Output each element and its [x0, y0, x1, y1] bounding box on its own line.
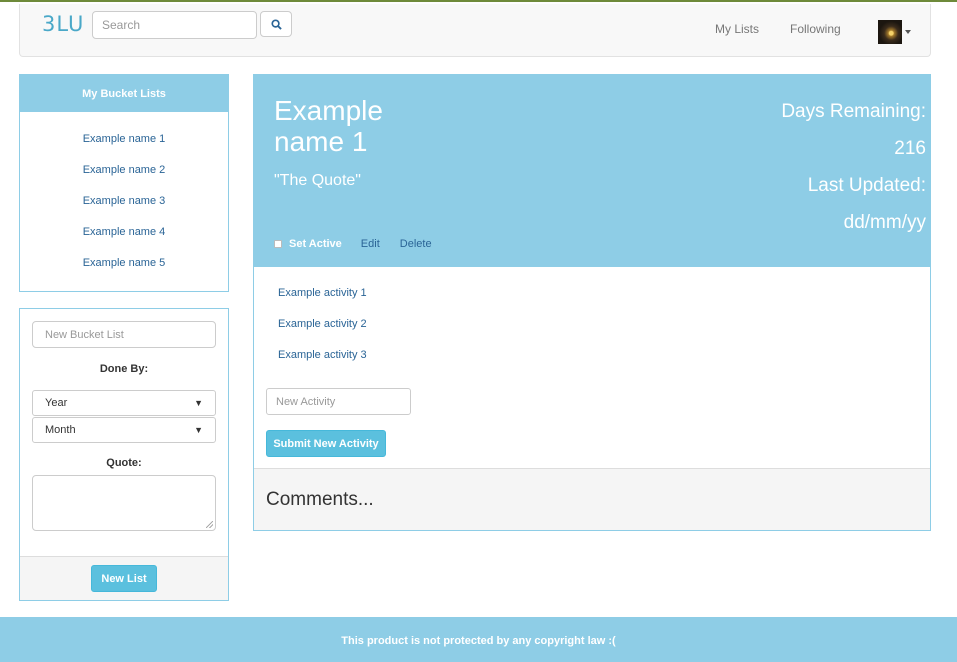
comments-heading: Comments... [266, 488, 374, 510]
set-active-label[interactable]: Set Active [289, 238, 342, 250]
days-remaining-label: Days Remaining: [781, 101, 926, 122]
edit-link[interactable]: Edit [361, 238, 380, 250]
activity-list: Example activity 1 Example activity 2 Ex… [254, 267, 930, 380]
bucket-list-header: Example name 1 "The Quote" Days Remainin… [254, 75, 930, 267]
search-input[interactable] [92, 11, 257, 39]
month-select-value: Month [45, 424, 76, 436]
activity-link[interactable]: Example activity 2 [278, 318, 930, 349]
search-button[interactable] [260, 11, 292, 37]
bucket-list-stats: Days Remaining: 216 Last Updated: dd/mm/… [781, 93, 926, 241]
bucket-list-link[interactable]: Example name 3 [20, 195, 228, 226]
submit-new-activity-button[interactable]: Submit New Activity [266, 430, 386, 457]
bucket-list-links: Example name 1 Example name 2 Example na… [20, 112, 228, 288]
search-icon [270, 18, 282, 30]
avatar[interactable] [878, 20, 902, 44]
new-list-form: Done By: Year ▼ Month ▼ Quote: New List [19, 308, 229, 601]
nav-my-lists[interactable]: My Lists [715, 22, 759, 36]
bucket-list-link[interactable]: Example name 2 [20, 164, 228, 195]
top-navbar: 3LU My Lists Following [19, 4, 931, 57]
nav-following[interactable]: Following [790, 22, 841, 36]
last-updated-value: dd/mm/yy [843, 212, 926, 233]
bucket-lists-panel: My Bucket Lists Example name 1 Example n… [19, 74, 229, 292]
last-updated-label: Last Updated: [807, 175, 926, 196]
bucket-list-link[interactable]: Example name 4 [20, 226, 228, 257]
year-select[interactable]: Year ▼ [32, 390, 216, 416]
bucket-list-link[interactable]: Example name 5 [20, 257, 228, 288]
chevron-down-icon: ▼ [194, 398, 203, 408]
footer-text: This product is not protected by any cop… [341, 634, 616, 647]
app-logo[interactable]: 3LU [42, 12, 84, 36]
new-activity-input[interactable] [266, 388, 411, 415]
new-list-button[interactable]: New List [91, 565, 157, 592]
activity-link[interactable]: Example activity 3 [278, 349, 930, 380]
chevron-down-icon: ▼ [194, 425, 203, 435]
bucket-list-quote: "The Quote" [274, 172, 361, 189]
bucket-lists-heading: My Bucket Lists [20, 75, 228, 112]
chevron-down-icon [905, 30, 911, 34]
new-bucket-list-input[interactable] [32, 321, 216, 348]
activity-link[interactable]: Example activity 1 [278, 287, 930, 318]
bucket-list-title: Example name 1 [274, 95, 383, 157]
delete-link[interactable]: Delete [400, 238, 432, 250]
page-footer: This product is not protected by any cop… [0, 617, 957, 662]
quote-textarea[interactable] [32, 475, 216, 531]
comments-section: Comments... [254, 468, 930, 530]
year-select-value: Year [45, 397, 68, 409]
month-select[interactable]: Month ▼ [32, 417, 216, 443]
bucket-list-detail: Example name 1 "The Quote" Days Remainin… [253, 74, 931, 531]
user-menu[interactable] [878, 20, 911, 44]
new-list-form-footer: New List [20, 556, 228, 600]
quote-label: Quote: [106, 457, 142, 469]
bucket-list-link[interactable]: Example name 1 [20, 133, 228, 164]
bucket-list-actions: Set Active Edit Delete [274, 238, 452, 250]
resize-handle-icon[interactable] [206, 521, 213, 528]
days-remaining-value: 216 [894, 138, 926, 159]
set-active-checkbox[interactable] [274, 240, 282, 248]
done-by-label: Done By: [99, 363, 149, 375]
